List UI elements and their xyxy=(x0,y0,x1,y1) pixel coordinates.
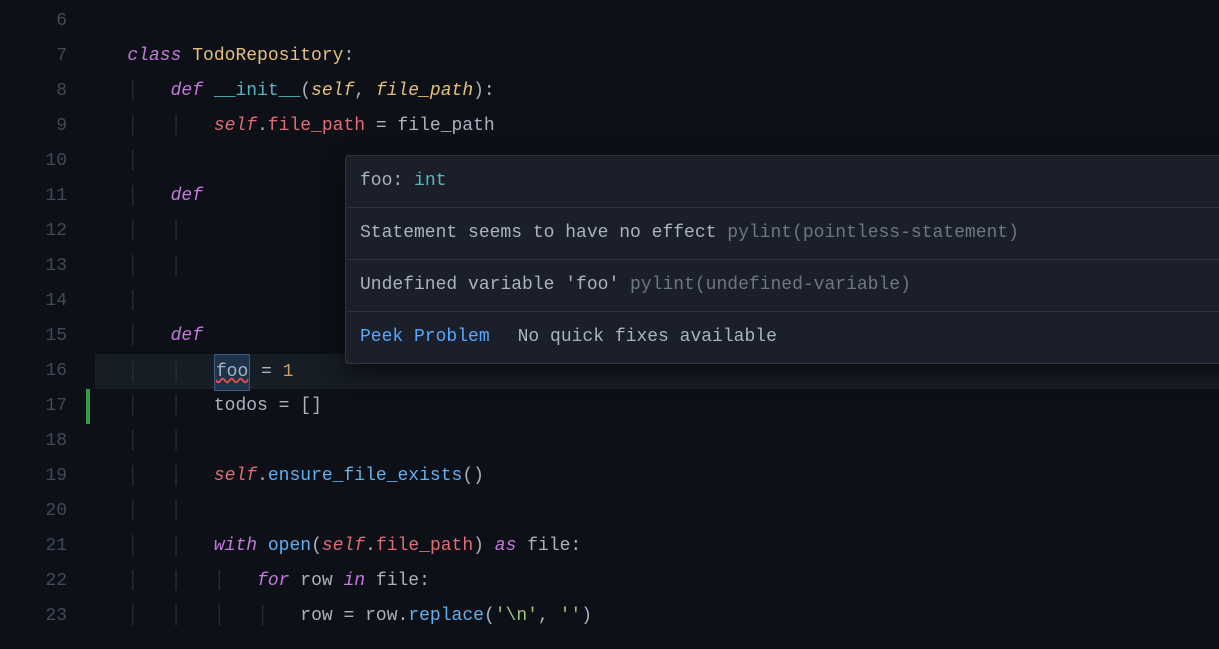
line-number: 10 xyxy=(0,144,67,179)
code-line[interactable]: class TodoRepository: xyxy=(95,39,1219,74)
code-line[interactable]: │ │ todos = [] xyxy=(95,389,1219,424)
keyword-def: def xyxy=(171,81,203,101)
code-line[interactable]: │ │ self.file_path = file_path xyxy=(95,109,1219,144)
code-editor[interactable]: 6 7 8 9 10 11 12 13 14 15 16 17 18 19 20… xyxy=(0,0,1219,649)
quickfix-status: No quick fixes available xyxy=(518,320,777,355)
line-number: 21 xyxy=(0,529,67,564)
method-name: __init__ xyxy=(214,81,300,101)
code-content[interactable]: class TodoRepository: │ def __init__(sel… xyxy=(95,0,1219,649)
code-line[interactable]: │ │ xyxy=(95,494,1219,529)
class-name: TodoRepository xyxy=(192,46,343,66)
line-number: 6 xyxy=(0,4,67,39)
line-number: 12 xyxy=(0,214,67,249)
hover-actions: Peek Problem No quick fixes available xyxy=(346,312,1219,363)
line-number: 7 xyxy=(0,39,67,74)
line-number: 22 xyxy=(0,564,67,599)
code-line[interactable]: │ │ │ │ row = row.replace('\n', '') xyxy=(95,599,1219,634)
diagnostic-message: Undefined variable 'foo' pylint(undefine… xyxy=(346,260,1219,312)
line-number: 13 xyxy=(0,249,67,284)
line-number: 19 xyxy=(0,459,67,494)
hover-signature: foo: int xyxy=(346,156,1219,208)
line-number: 17 xyxy=(0,389,67,424)
keyword-class: class xyxy=(127,46,181,66)
line-number: 15 xyxy=(0,319,67,354)
line-number: 11 xyxy=(0,179,67,214)
code-line[interactable]: │ │ │ for row in file: xyxy=(95,564,1219,599)
line-number: 20 xyxy=(0,494,67,529)
keyword-def: def xyxy=(171,186,203,206)
code-line[interactable] xyxy=(95,4,1219,39)
code-line[interactable]: │ def __init__(self, file_path): xyxy=(95,74,1219,109)
line-number: 14 xyxy=(0,284,67,319)
line-number: 9 xyxy=(0,109,67,144)
code-line[interactable]: │ │ with open(self.file_path) as file: xyxy=(95,529,1219,564)
error-token-foo[interactable]: foo xyxy=(214,354,250,391)
hover-tooltip[interactable]: foo: int Statement seems to have no effe… xyxy=(345,155,1219,364)
modified-indicator xyxy=(86,389,90,424)
line-number: 23 xyxy=(0,599,67,634)
line-number-gutter: 6 7 8 9 10 11 12 13 14 15 16 17 18 19 20… xyxy=(0,0,95,649)
code-line[interactable]: │ │ xyxy=(95,424,1219,459)
line-number: 16 xyxy=(0,354,67,389)
peek-problem-link[interactable]: Peek Problem xyxy=(360,320,490,355)
line-number: 8 xyxy=(0,74,67,109)
diagnostic-message: Statement seems to have no effect pylint… xyxy=(346,208,1219,260)
code-line[interactable]: │ │ self.ensure_file_exists() xyxy=(95,459,1219,494)
line-number: 18 xyxy=(0,424,67,459)
keyword-def: def xyxy=(171,326,203,346)
